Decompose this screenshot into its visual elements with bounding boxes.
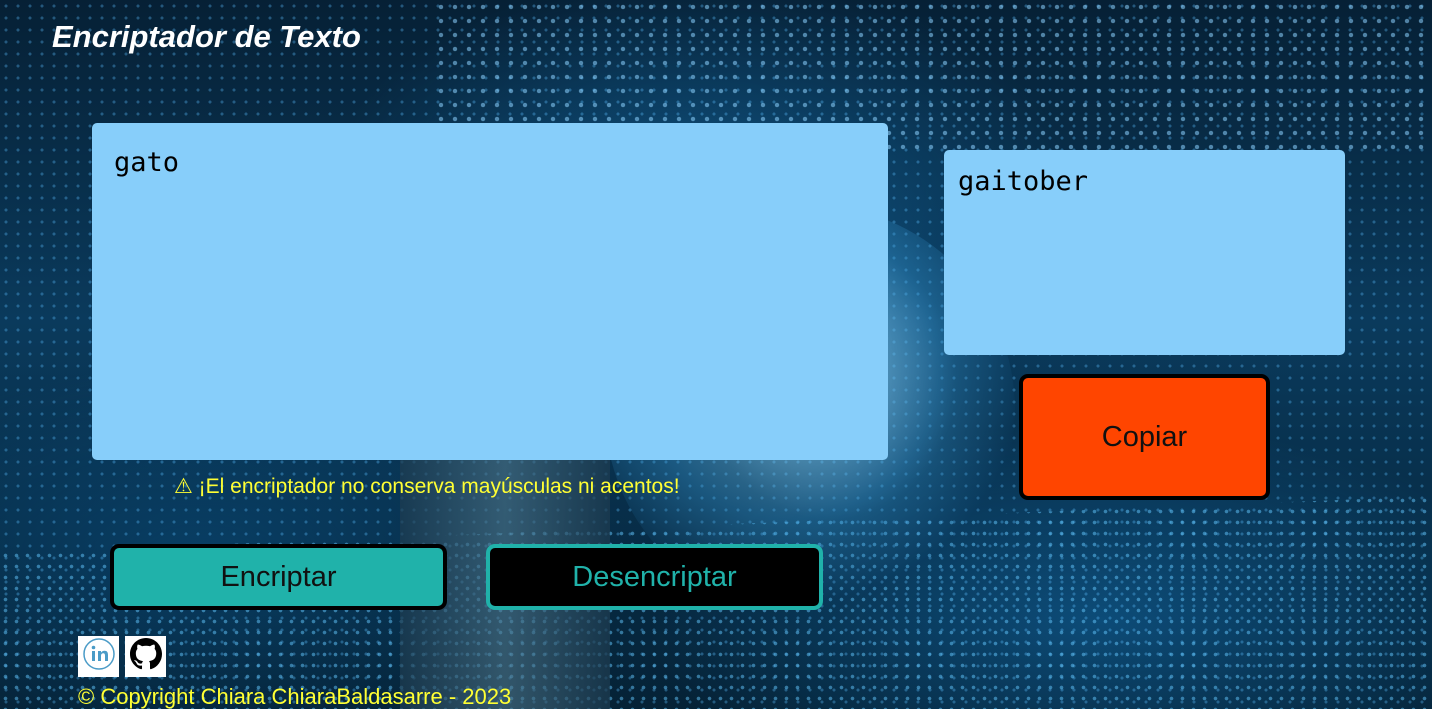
output-textarea[interactable]: gaitober <box>944 150 1345 355</box>
decrypt-button[interactable]: Desencriptar <box>486 544 823 610</box>
github-icon <box>129 638 162 675</box>
linkedin-link[interactable] <box>78 636 119 677</box>
encrypt-button[interactable]: Encriptar <box>110 544 447 610</box>
page-title: Encriptador de Texto <box>52 19 361 54</box>
input-textarea[interactable]: gato <box>92 123 888 460</box>
copy-button[interactable]: Copiar <box>1019 374 1270 500</box>
warning-message: ⚠ ¡El encriptador no conserva mayúsculas… <box>174 475 680 498</box>
linkedin-icon <box>82 637 116 676</box>
github-link[interactable] <box>125 636 166 677</box>
copyright-text: © Copyright Chiara ChiaraBaldasarre - 20… <box>78 684 512 709</box>
